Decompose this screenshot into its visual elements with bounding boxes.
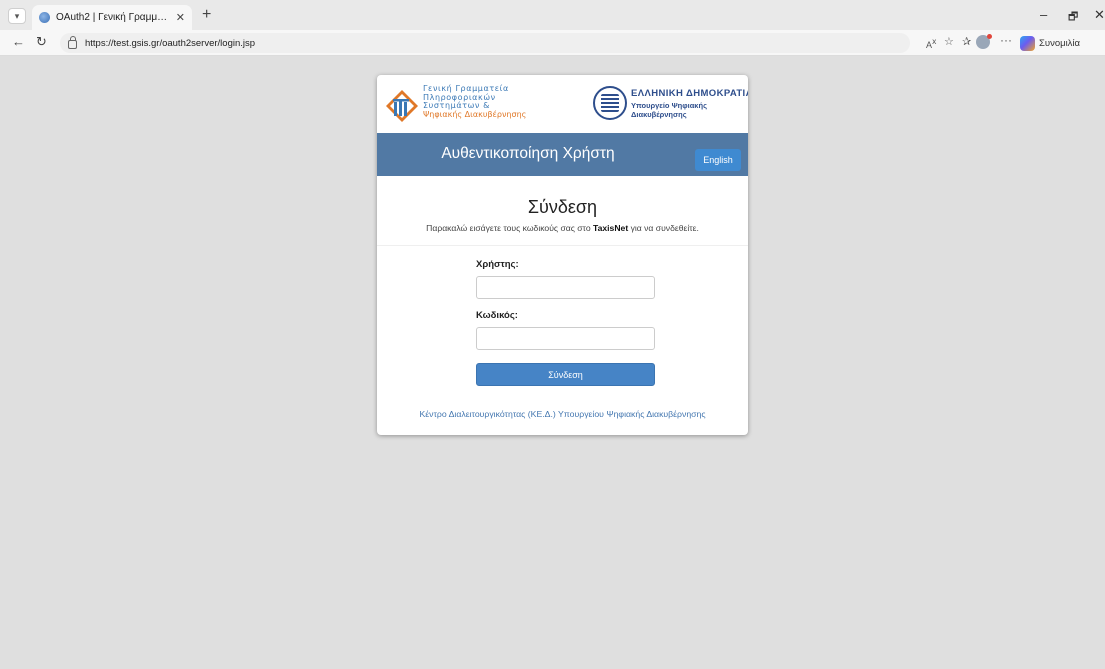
page-viewport: Γενική Γραμματεία Πληροφοριακών Συστημάτ… bbox=[8, 57, 1097, 669]
lock-icon bbox=[68, 35, 77, 49]
divider bbox=[377, 245, 748, 246]
favorite-star-icon[interactable]: ☆ bbox=[944, 36, 954, 48]
login-card: Γενική Γραμματεία Πληροφοριακών Συστημάτ… bbox=[377, 75, 748, 435]
window-close-icon[interactable]: ✕ bbox=[1094, 7, 1105, 23]
read-aloud-icon[interactable]: Aⅹ bbox=[926, 36, 936, 51]
url-text: https://test.gsis.gr/oauth2server/login.… bbox=[85, 37, 256, 49]
restore-icon[interactable]: 🗗 bbox=[1068, 8, 1078, 27]
password-label: Κωδικός: bbox=[476, 310, 518, 321]
tab-close-icon[interactable]: ✕ bbox=[176, 11, 185, 24]
password-input[interactable] bbox=[476, 327, 655, 350]
favorites-icon[interactable]: ✰ bbox=[962, 36, 971, 48]
login-form: Χρήστης: Κωδικός: Σύνδεση bbox=[476, 259, 655, 386]
copilot-button[interactable]: Συνομιλία bbox=[1020, 33, 1080, 53]
address-bar[interactable]: https://test.gsis.gr/oauth2server/login.… bbox=[60, 33, 910, 53]
login-instructions: Παρακαλώ εισάγετε τους κωδικούς σας στο … bbox=[426, 223, 699, 233]
copilot-icon bbox=[1020, 35, 1035, 51]
chevron-down-icon: ▾ bbox=[14, 10, 20, 21]
username-input[interactable] bbox=[476, 276, 655, 299]
more-icon[interactable]: ··· bbox=[1000, 34, 1012, 46]
auth-title-bar: Αυθεντικοποίηση Χρήστη English bbox=[377, 133, 748, 176]
username-label: Χρήστης: bbox=[476, 259, 519, 270]
browser-tab[interactable]: OAuth2 | Γενική Γραμματεία Πλη ✕ bbox=[32, 5, 192, 30]
logo-header: Γενική Γραμματεία Πληροφοριακών Συστημάτ… bbox=[377, 75, 748, 133]
tab-title: OAuth2 | Γενική Γραμματεία Πλη bbox=[56, 12, 170, 23]
language-switch-button[interactable]: English bbox=[695, 149, 741, 171]
ministry-name: Υπουργείο Ψηφιακής Διακυβέρνησης bbox=[631, 101, 707, 119]
interoperability-center-link[interactable]: Κέντρο Διαλειτουργικότητας (ΚΕ.Δ.) Υπουρ… bbox=[377, 409, 748, 419]
refresh-icon[interactable]: ↻ bbox=[36, 35, 47, 49]
copilot-label: Συνομιλία bbox=[1039, 37, 1081, 49]
login-heading: Σύνδεση bbox=[527, 197, 598, 217]
back-arrow-icon[interactable]: ← bbox=[12, 35, 25, 49]
page-title: Αυθεντικοποίηση Χρήστη bbox=[441, 145, 615, 162]
tab-actions-menu[interactable]: ▾ bbox=[8, 8, 26, 24]
browser-nav-bar: ← ↻ https://test.gsis.gr/oauth2server/lo… bbox=[0, 30, 1105, 56]
browser-tab-bar: ▾ OAuth2 | Γενική Γραμματεία Πλη ✕ + – 🗗… bbox=[0, 0, 1105, 30]
taxisnet-text: TaxisNet bbox=[593, 223, 629, 233]
gsis-logo: Γενική Γραμματεία Πληροφοριακών Συστημάτ… bbox=[383, 82, 543, 128]
hellenic-republic-title: ΕΛΛΗΝΙΚΗ ΔΗΜΟΚΡΑΤΙΑ bbox=[631, 88, 748, 99]
hellenic-republic-logo: ΕΛΛΗΝΙΚΗ ΔΗΜΟΚΡΑΤΙΑ Υπουργείο Ψηφιακής Δ… bbox=[593, 83, 748, 125]
new-tab-plus-icon[interactable]: + bbox=[202, 6, 211, 24]
site-favicon-icon bbox=[39, 12, 50, 23]
login-submit-button[interactable]: Σύνδεση bbox=[476, 363, 655, 386]
hellenic-seal-icon bbox=[593, 86, 627, 120]
minimize-icon[interactable]: – bbox=[1040, 7, 1047, 22]
profile-avatar-icon[interactable] bbox=[976, 34, 992, 49]
gsis-emblem-icon bbox=[386, 90, 418, 122]
gsis-logo-text: Γενική Γραμματεία Πληροφοριακών Συστημάτ… bbox=[423, 84, 527, 119]
